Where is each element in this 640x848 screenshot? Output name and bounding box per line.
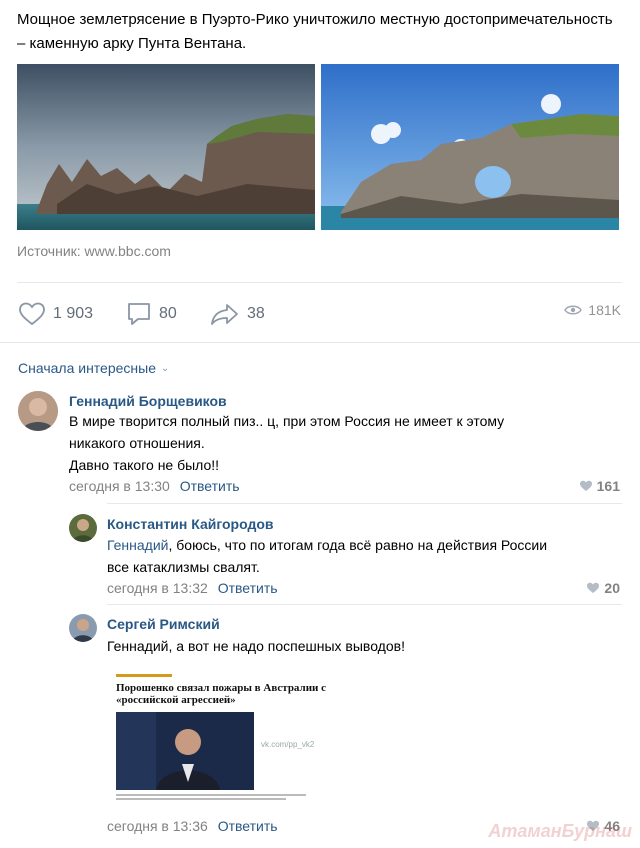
news-accent-bar (116, 674, 172, 677)
post-text: Мощное землетрясение в Пуэрто-Рико уничт… (17, 11, 613, 52)
post-divider (17, 282, 622, 283)
post-photo-1[interactable] (17, 64, 315, 230)
like-count: 1 903 (53, 305, 94, 322)
comment-divider (107, 503, 622, 504)
mention-link[interactable]: Геннадий (107, 537, 169, 553)
comment-like-button[interactable]: 20 (586, 580, 620, 596)
avatar[interactable] (69, 614, 97, 642)
views-count: 181K (588, 302, 621, 318)
reply-button[interactable]: Ответить (180, 478, 240, 494)
comment-time[interactable]: сегодня в 13:30 (69, 478, 170, 494)
comment-time[interactable]: сегодня в 13:36 (107, 818, 208, 834)
share-count: 38 (247, 305, 265, 322)
reply-button[interactable]: Ответить (218, 818, 278, 834)
comment-meta: сегодня в 13:30 Ответить (69, 478, 240, 494)
comment-text-line: В мире творится полный пиз.. ц, при этом… (69, 413, 505, 429)
comment-text-line: Давно такого не было!! (69, 457, 220, 473)
comment-author[interactable]: Геннадий Борщевиков (69, 393, 227, 409)
news-caption (116, 794, 316, 802)
post-photo-2[interactable] (321, 64, 619, 230)
sort-label: Сначала интересные (18, 360, 156, 376)
comment-text-span: , боюсь, что по итогам года всё равно на… (168, 537, 548, 553)
comment-like-button[interactable]: 161 (579, 478, 620, 494)
comment-text-line: все катаклизмы свалят. (107, 559, 260, 575)
reply-button[interactable]: Ответить (218, 580, 278, 596)
chevron-down-icon: ⌄ (161, 362, 170, 374)
heart-icon (19, 302, 45, 326)
comment-meta: сегодня в 13:36 Ответить (107, 818, 278, 834)
comment-divider (107, 604, 622, 605)
comment-text: Геннадий, а вот не надо поспешных выводо… (107, 638, 405, 654)
comment-button[interactable]: 80 (126, 300, 177, 328)
views-counter: 181K (564, 302, 621, 318)
share-button[interactable]: 38 (210, 300, 265, 328)
heart-icon (579, 480, 592, 491)
comment-text: Геннадий, боюсь, что по итогам года всё … (107, 534, 617, 578)
heart-icon (587, 582, 600, 593)
share-icon (211, 304, 238, 325)
comment-time[interactable]: сегодня в 13:32 (107, 580, 208, 596)
comment-meta: сегодня в 13:32 Ответить (107, 580, 278, 596)
avatar[interactable] (18, 391, 58, 431)
post-source[interactable]: Источник: www.bbc.com (17, 243, 171, 259)
comment-like-count: 161 (596, 478, 620, 494)
news-photo (116, 712, 254, 790)
actions-divider (0, 342, 640, 343)
site-watermark: АтаманБурнаш (488, 821, 632, 841)
like-button[interactable]: 1 903 (18, 300, 93, 328)
news-headline: Порошенко связал пожары в Австралии с «р… (116, 682, 327, 706)
comment-author[interactable]: Сергей Римский (107, 616, 220, 632)
comment-text-line: Геннадий, боюсь, что по итогам года всё … (107, 534, 617, 556)
comment-icon (128, 303, 150, 325)
comment-attachment-image[interactable]: Порошенко связал пожары в Австралии с «р… (116, 670, 340, 808)
comment-author[interactable]: Константин Кайгородов (107, 516, 274, 532)
news-watermark: vk.com/pp_vk2 (261, 740, 315, 749)
comment-like-count: 20 (604, 580, 620, 596)
eye-icon (564, 305, 583, 315)
comment-text: В мире творится полный пиз.. ц, при этом… (69, 410, 589, 476)
comments-sort-dropdown[interactable]: Сначала интересные ⌄ (18, 360, 169, 376)
avatar[interactable] (69, 514, 97, 542)
comment-text-line: никакого отношения. (69, 435, 205, 451)
comment-count: 80 (159, 305, 177, 322)
